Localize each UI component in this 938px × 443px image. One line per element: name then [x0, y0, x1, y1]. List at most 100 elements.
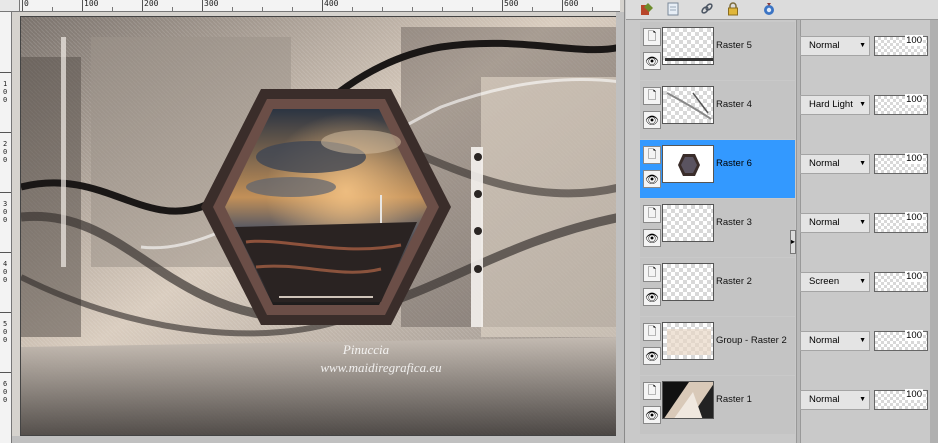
blend-row: Normal ▼ 100 — [800, 376, 936, 434]
blend-mode-value: Normal — [809, 394, 840, 405]
layer-name: Raster 4 — [716, 99, 752, 110]
canvas-vertical-scrollbar[interactable] — [616, 12, 624, 443]
layer-properties-icon[interactable]: 🗋 — [643, 28, 661, 46]
opacity-value: 100 — [905, 153, 923, 164]
new-layer-icon[interactable] — [664, 0, 682, 18]
blend-mode-value: Normal — [809, 217, 840, 228]
blend-mode-select[interactable]: Screen ▼ — [800, 272, 870, 292]
ruler-corner — [0, 0, 20, 12]
paint-layer-icon[interactable] — [638, 0, 656, 18]
ruler-label: 400 — [324, 0, 339, 8]
ruler-label: 1 0 0 — [3, 80, 8, 104]
blend-row: Normal ▼ 100 — [800, 199, 936, 257]
layer-row[interactable]: 🗋 👁 Group - Raster 2 — [640, 317, 795, 375]
watermark-text-2: www.maidiregrafica.eu — [320, 360, 442, 375]
blend-mode-value: Hard Light — [809, 99, 853, 110]
blend-row: Normal ▼ 100 — [800, 22, 936, 80]
opacity-value: 100 — [905, 330, 923, 341]
chevron-down-icon: ▼ — [859, 396, 866, 403]
ruler-label: 200 — [144, 0, 159, 8]
ruler-label: 5 0 0 — [3, 320, 8, 344]
layers-palette: 🗋 👁 Raster 5 🗋 👁 Raster 4 🗋 👁 Raster 6 🗋… — [626, 0, 938, 443]
artwork-canvas[interactable]: Pinuccia www.maidiregrafica.eu — [20, 16, 620, 436]
canvas-horizontal-scrollbar[interactable] — [12, 436, 616, 443]
ruler-label: 4 0 0 — [3, 260, 8, 284]
blend-mode-select[interactable]: Normal ▼ — [800, 154, 870, 174]
blend-mode-select[interactable]: Normal ▼ — [800, 213, 870, 233]
layer-name: Raster 6 — [716, 158, 752, 169]
layer-properties-icon[interactable]: 🗋 — [643, 146, 661, 164]
layer-row-selected[interactable]: 🗋 👁 Raster 6 — [640, 140, 795, 198]
eye-icon[interactable]: 👁 — [643, 406, 661, 424]
ruler-label: 100 — [84, 0, 99, 8]
opacity-field[interactable]: 100 — [874, 153, 928, 174]
blend-mode-select[interactable]: Normal ▼ — [800, 390, 870, 410]
layer-row[interactable]: 🗋 👁 Raster 4 — [640, 81, 795, 139]
blend-row: Hard Light ▼ 100 — [800, 81, 936, 139]
ruler-label: 600 — [564, 0, 579, 8]
opacity-field[interactable]: 100 — [874, 212, 928, 233]
blend-row: Normal ▼ 100 — [800, 317, 936, 375]
ruler-label: 500 — [504, 0, 519, 8]
blend-row: Normal ▼ 100 — [800, 140, 936, 198]
layer-name: Raster 2 — [716, 276, 752, 287]
opacity-field[interactable]: 100 — [874, 94, 928, 115]
blend-mode-value: Normal — [809, 40, 840, 51]
ruler-label: 6 0 0 — [3, 380, 8, 404]
blend-mode-select[interactable]: Normal ▼ — [800, 36, 870, 56]
opacity-field[interactable]: 100 — [874, 389, 928, 410]
layer-thumbnail — [662, 263, 714, 301]
opacity-value: 100 — [905, 212, 923, 223]
chevron-down-icon: ▼ — [859, 160, 866, 167]
chevron-down-icon: ▼ — [859, 278, 866, 285]
blend-mode-select[interactable]: Hard Light ▼ — [800, 95, 870, 115]
mask-icon[interactable] — [760, 0, 778, 18]
blend-mode-value: Normal — [809, 158, 840, 169]
opacity-value: 100 — [905, 389, 923, 400]
watermark-text-1: Pinuccia — [342, 342, 390, 357]
chevron-down-icon: ▼ — [859, 101, 866, 108]
opacity-value: 100 — [905, 35, 923, 46]
opacity-field[interactable]: 100 — [874, 35, 928, 56]
blend-mode-value: Normal — [809, 335, 840, 346]
eye-icon[interactable]: 👁 — [643, 52, 661, 70]
ruler-label: 0 — [24, 0, 29, 8]
chevron-down-icon: ▼ — [859, 42, 866, 49]
ruler-label: 300 — [204, 0, 219, 8]
layer-properties-icon[interactable]: 🗋 — [643, 205, 661, 223]
layer-thumbnail — [662, 204, 714, 242]
layer-thumbnail — [662, 145, 714, 183]
layer-thumbnail — [662, 86, 714, 124]
layer-properties-icon[interactable]: 🗋 — [643, 264, 661, 282]
eye-icon[interactable]: 👁 — [643, 111, 661, 129]
layer-properties-icon[interactable]: 🗋 — [643, 382, 661, 400]
horizontal-ruler: 0 100 200 300 400 500 600 — [20, 0, 620, 12]
link-icon[interactable] — [698, 0, 716, 18]
layer-name: Raster 1 — [716, 394, 752, 405]
opacity-field[interactable]: 100 — [874, 271, 928, 292]
eye-icon[interactable]: 👁 — [643, 229, 661, 247]
chevron-down-icon: ▼ — [859, 337, 866, 344]
layer-properties-icon[interactable]: 🗋 — [643, 323, 661, 341]
blend-mode-select[interactable]: Normal ▼ — [800, 331, 870, 351]
layer-row[interactable]: 🗋 👁 Raster 3 — [640, 199, 795, 257]
blend-row: Screen ▼ 100 — [800, 258, 936, 316]
layer-row[interactable]: 🗋 👁 Raster 1 — [640, 376, 795, 434]
vertical-ruler: 1 0 0 2 0 0 3 0 0 4 0 0 5 0 0 6 0 0 — [0, 12, 12, 443]
ruler-label: 2 0 0 — [3, 140, 8, 164]
eye-icon[interactable]: 👁 — [643, 288, 661, 306]
blend-mode-value: Screen — [809, 276, 840, 287]
layer-name: Raster 3 — [716, 217, 752, 228]
eye-icon[interactable]: 👁 — [643, 347, 661, 365]
expand-arrow-icon[interactable]: ▸ — [790, 230, 796, 254]
eye-icon[interactable]: 👁 — [643, 170, 661, 188]
palette-scrollbar[interactable] — [930, 20, 938, 443]
canvas-area[interactable]: 0 100 200 300 400 500 600 1 0 0 2 0 0 3 … — [0, 0, 625, 443]
layer-row[interactable]: 🗋 👁 Raster 5 — [640, 22, 795, 80]
lock-icon[interactable] — [724, 0, 742, 18]
opacity-field[interactable]: 100 — [874, 330, 928, 351]
layer-row[interactable]: 🗋 👁 Raster 2 — [640, 258, 795, 316]
chevron-down-icon: ▼ — [859, 219, 866, 226]
layer-thumbnail — [662, 322, 714, 360]
layer-properties-icon[interactable]: 🗋 — [643, 87, 661, 105]
